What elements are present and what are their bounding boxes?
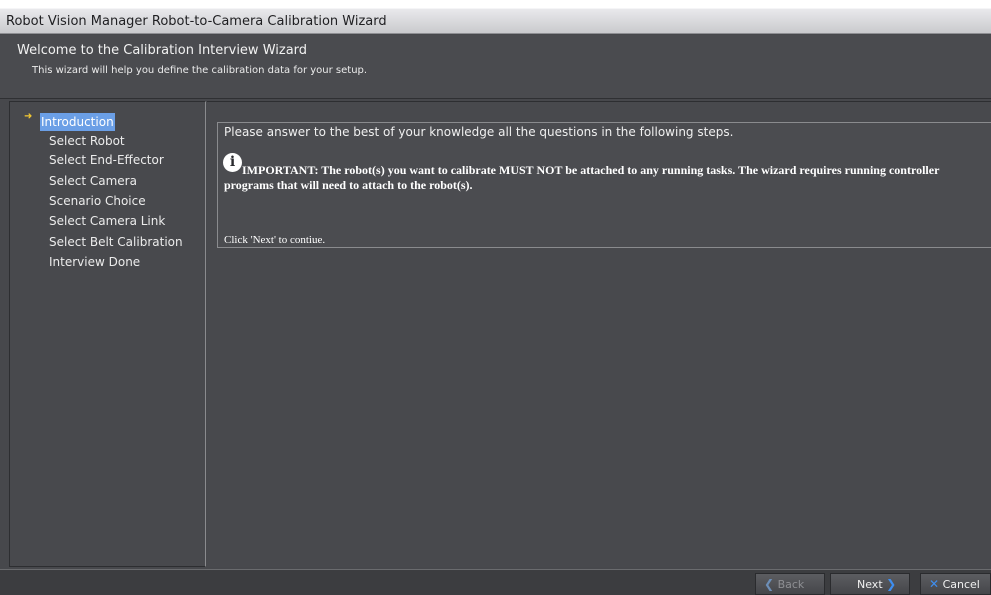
next-button[interactable]: Next ❯ [830, 573, 910, 595]
step-scenario-choice[interactable]: Scenario Choice [48, 192, 147, 210]
important-text: IMPORTANT: The robot(s) you want to cali… [224, 163, 940, 192]
cancel-button[interactable]: ✕ Cancel [920, 573, 991, 595]
steps-panel [9, 101, 206, 567]
cancel-button-label: Cancel [942, 578, 980, 591]
header-title: Welcome to the Calibration Interview Wiz… [17, 43, 308, 58]
wizard-window: Robot Vision Manager Robot-to-Camera Cal… [0, 0, 991, 595]
intro-text: Please answer to the best of your knowle… [224, 125, 734, 139]
step-select-camera-link[interactable]: Select Camera Link [48, 212, 166, 230]
close-icon: ✕ [929, 577, 940, 591]
chevron-left-icon: ❮ [764, 577, 775, 591]
step-select-robot[interactable]: Select Robot [48, 132, 126, 150]
step-select-camera[interactable]: Select Camera [48, 172, 138, 190]
chevron-right-icon: ❯ [886, 577, 897, 591]
step-select-belt-calibration[interactable]: Select Belt Calibration [48, 233, 184, 251]
header-subtitle: This wizard will help you define the cal… [32, 65, 368, 76]
step-introduction[interactable]: Introduction [40, 113, 115, 131]
back-button-label: Back [777, 578, 805, 591]
top-strip [0, 0, 991, 8]
back-button[interactable]: ❮ Back [755, 573, 825, 595]
step-select-end-effector[interactable]: Select End-Effector [48, 151, 165, 169]
click-next-text: Click 'Next' to contiue. [224, 234, 326, 246]
content-box: Please answer to the best of your knowle… [217, 122, 991, 248]
current-step-arrow-icon: ➜ [24, 111, 33, 122]
wizard-header: Welcome to the Calibration Interview Wiz… [0, 35, 991, 99]
next-button-label: Next [857, 578, 883, 591]
step-interview-done[interactable]: Interview Done [48, 253, 141, 271]
window-title: Robot Vision Manager Robot-to-Camera Cal… [0, 8, 991, 34]
